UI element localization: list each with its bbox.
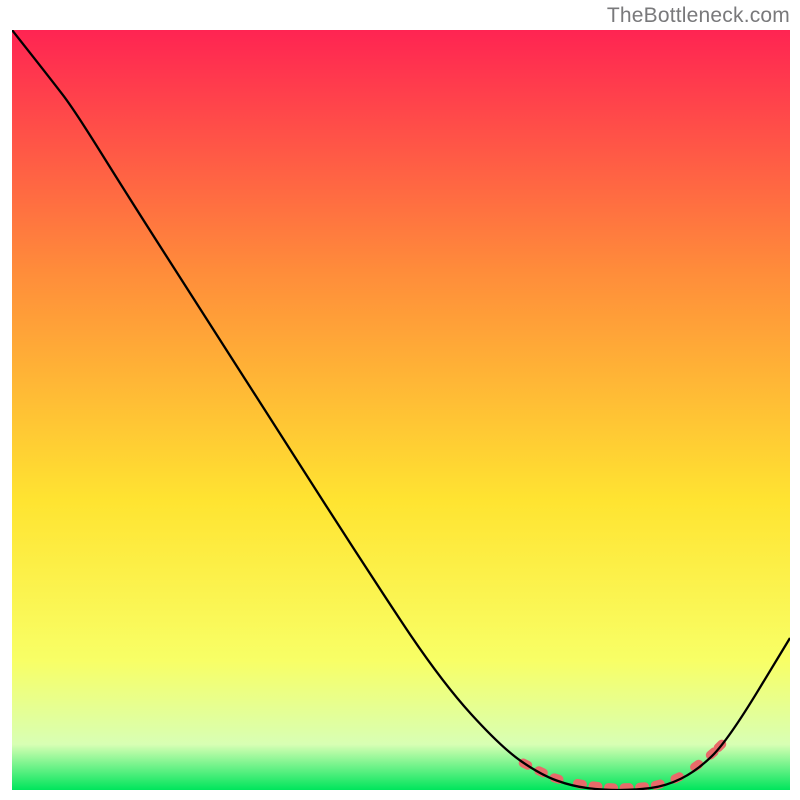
chart-root: TheBottleneck.com (0, 0, 800, 800)
plot-area (12, 30, 790, 790)
chart-svg (12, 30, 790, 790)
gradient-background (12, 30, 790, 790)
watermark-text: TheBottleneck.com (607, 4, 790, 28)
